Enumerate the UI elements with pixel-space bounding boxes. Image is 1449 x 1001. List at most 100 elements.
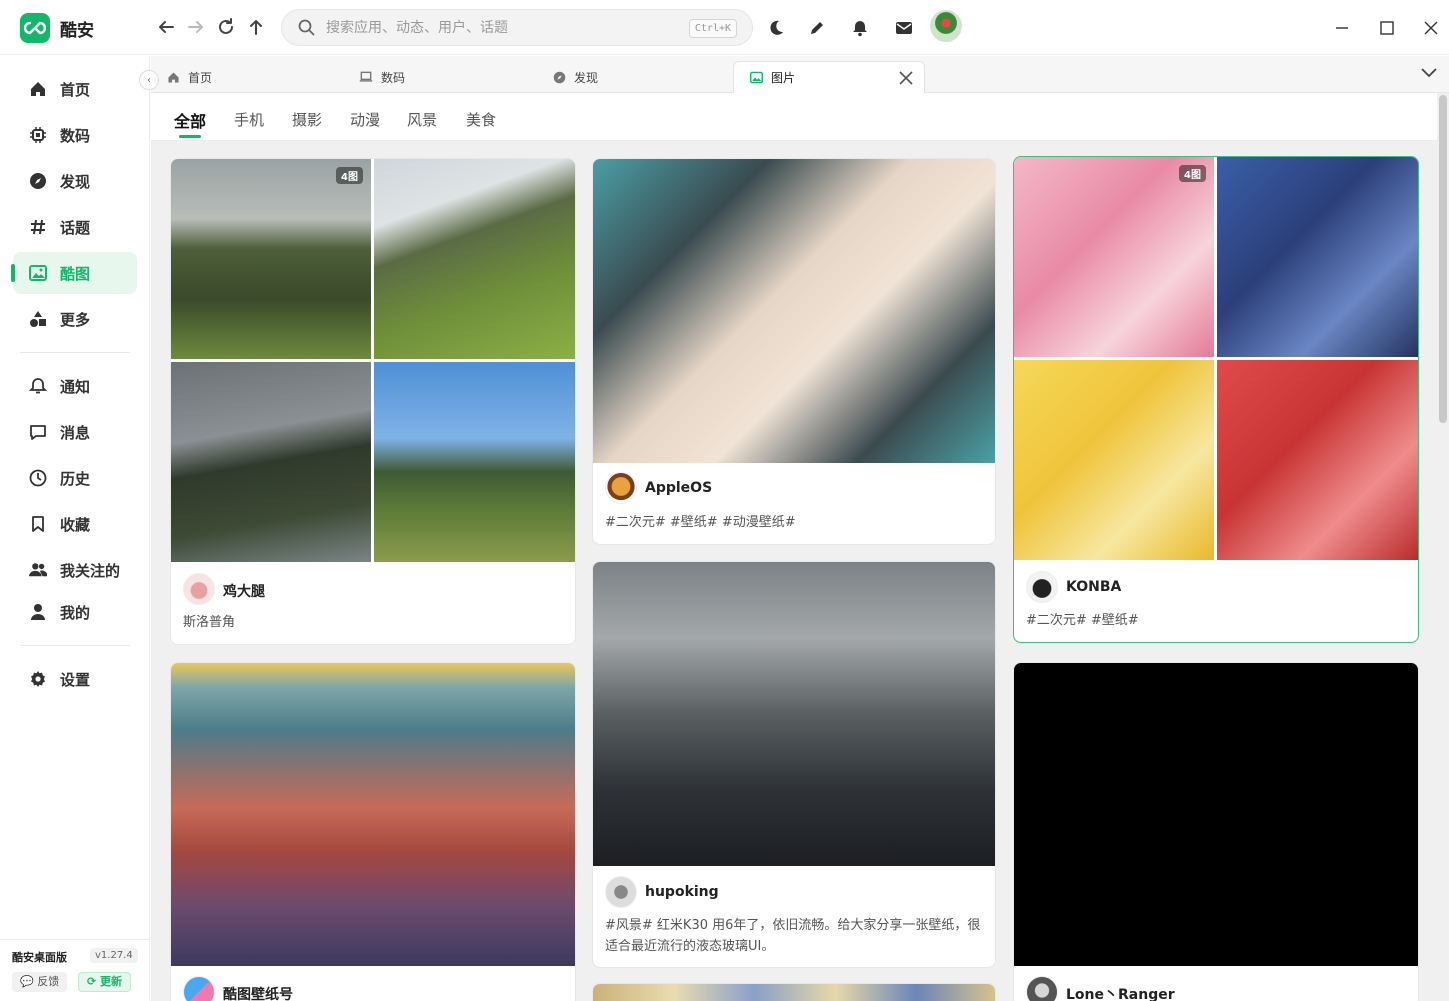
sidebar-item-me[interactable]: 我的	[13, 591, 137, 633]
sidebar-item-history[interactable]: 历史	[13, 457, 137, 499]
post-image[interactable]	[1217, 360, 1418, 560]
post-text: #二次元# #壁纸#	[1026, 613, 1139, 628]
user-icon	[29, 603, 47, 621]
tab-discover[interactable]: 发现	[537, 61, 733, 93]
moon-icon	[770, 20, 783, 35]
sidebar-item-notifications[interactable]: 通知	[13, 365, 137, 407]
post-image[interactable]	[1014, 360, 1214, 560]
back-button[interactable]	[152, 13, 180, 41]
search-box[interactable]: Ctrl+K	[281, 9, 753, 46]
post-image[interactable]	[593, 159, 995, 463]
category-scenery[interactable]: 风景	[407, 109, 437, 130]
post-text: 斯洛普角	[183, 615, 236, 630]
post-image[interactable]	[171, 663, 575, 966]
post-author[interactable]: AppleOS	[645, 480, 712, 496]
dark-mode-button[interactable]	[761, 13, 791, 43]
post-image[interactable]	[171, 362, 371, 562]
tab-digital[interactable]: 数码	[343, 61, 535, 93]
collapse-sidebar-button[interactable]: ‹	[139, 70, 159, 90]
compose-button[interactable]	[802, 13, 832, 43]
up-button[interactable]	[242, 13, 270, 41]
post-card[interactable]: 4图 鸡大腿 斯洛普角	[170, 158, 576, 645]
forward-button[interactable]	[182, 13, 210, 41]
chevron-down-icon[interactable]	[1421, 68, 1437, 78]
refresh-button[interactable]	[212, 13, 240, 41]
post-image[interactable]	[1014, 663, 1418, 966]
clock-icon	[29, 469, 47, 487]
tab-home[interactable]: 首页	[151, 61, 341, 93]
category-all[interactable]: 全部	[174, 108, 206, 132]
maximize-icon	[1380, 21, 1394, 35]
update-button[interactable]: ⟳ 更新	[78, 972, 132, 992]
sidebar-item-topics[interactable]: 话题	[13, 206, 137, 248]
post-author[interactable]: hupoking	[645, 884, 719, 900]
home-icon	[29, 80, 47, 98]
minimize-button[interactable]	[1327, 13, 1357, 43]
sidebar-item-label: 酷图	[60, 264, 91, 283]
post-author[interactable]: 酷图壁纸号	[223, 984, 293, 1001]
sidebar-item-following[interactable]: 我关注的	[13, 549, 137, 591]
post-author[interactable]: 鸡大腿	[223, 581, 265, 601]
avatar[interactable]	[605, 876, 637, 908]
sidebar-item-label: 我的	[60, 603, 91, 622]
users-icon	[29, 561, 47, 579]
close-tab-icon[interactable]	[898, 70, 914, 86]
sidebar-item-coolpic[interactable]: 酷图	[11, 252, 137, 294]
version-badge: v1.27.4	[90, 948, 138, 963]
post-author[interactable]: Lone丶Ranger	[1066, 984, 1175, 1001]
post-card[interactable]: AppleOS #二次元# #壁纸# #动漫壁纸#	[592, 158, 996, 545]
update-label: 更新	[100, 975, 123, 988]
mail-icon	[896, 22, 912, 34]
close-button[interactable]	[1416, 13, 1446, 43]
post-image[interactable]	[374, 362, 575, 562]
category-phone[interactable]: 手机	[234, 109, 264, 130]
post-card[interactable]: hupoking #风景# 红米K30 用6年了，依旧流畅。给大家分享一张壁纸，…	[592, 561, 996, 968]
sidebar-item-label: 话题	[60, 218, 91, 237]
laptop-icon	[359, 71, 373, 83]
feedback-button[interactable]: 💬 反馈	[12, 972, 68, 992]
user-avatar[interactable]	[930, 10, 962, 42]
avatar[interactable]	[183, 976, 215, 1001]
tab-bar: 首页 数码 发现 图片	[151, 56, 1449, 93]
sidebar-item-label: 收藏	[60, 515, 91, 534]
category-photography[interactable]: 摄影	[292, 109, 322, 130]
maximize-button[interactable]	[1372, 13, 1402, 43]
category-food[interactable]: 美食	[466, 109, 496, 130]
post-card[interactable]: 4图 KONBA #二次元# #壁纸#	[1013, 156, 1419, 643]
post-image[interactable]	[374, 159, 575, 359]
arrow-right-icon	[188, 21, 203, 33]
sidebar-item-discover[interactable]: 发现	[13, 160, 137, 202]
post-card[interactable]: Lone丶Ranger	[1013, 662, 1419, 1001]
post-image[interactable]: 4图	[171, 159, 371, 359]
scrollbar[interactable]	[1439, 95, 1447, 423]
post-image[interactable]	[593, 562, 995, 866]
post-image[interactable]	[593, 984, 995, 1001]
active-indicator	[11, 264, 15, 282]
arrow-left-icon	[159, 21, 174, 33]
tab-images[interactable]: 图片	[733, 61, 925, 93]
app-logo	[20, 13, 50, 43]
messages-button[interactable]	[889, 13, 919, 43]
sidebar-item-favorites[interactable]: 收藏	[13, 503, 137, 545]
avatar[interactable]	[605, 472, 637, 504]
post-image[interactable]: 4图	[1014, 157, 1214, 357]
sidebar-item-label: 设置	[60, 670, 91, 689]
notifications-button[interactable]	[845, 13, 875, 43]
avatar[interactable]	[183, 573, 215, 605]
sidebar-item-digital[interactable]: 数码	[13, 114, 137, 156]
compass-icon	[29, 172, 47, 190]
sidebar-item-more[interactable]: 更多	[13, 298, 137, 340]
pencil-icon	[811, 22, 823, 34]
sidebar-item-home[interactable]: 首页	[13, 68, 137, 110]
avatar[interactable]	[1026, 976, 1058, 1001]
post-card[interactable]: 酷图壁纸号	[170, 662, 576, 1001]
sidebar-item-settings[interactable]: 设置	[13, 658, 137, 700]
sidebar-item-messages[interactable]: 消息	[13, 411, 137, 453]
post-image[interactable]	[1217, 157, 1418, 357]
avatar[interactable]	[1026, 571, 1058, 603]
post-author[interactable]: KONBA	[1066, 579, 1121, 595]
post-card[interactable]	[592, 983, 996, 1001]
image-count-badge: 4图	[1179, 165, 1206, 182]
category-anime[interactable]: 动漫	[350, 109, 380, 130]
search-input[interactable]	[326, 16, 656, 40]
